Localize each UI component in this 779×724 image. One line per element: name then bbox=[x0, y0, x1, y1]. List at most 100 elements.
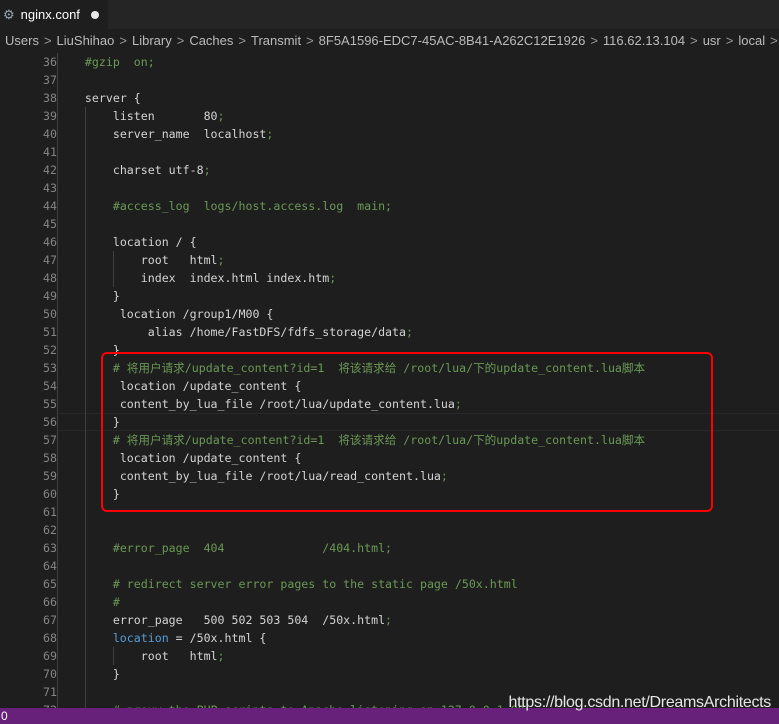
code-line[interactable]: 42 charset utf-8;; bbox=[0, 161, 779, 179]
semicolon: ; bbox=[217, 647, 225, 665]
line-number: 38 bbox=[43, 91, 57, 105]
gear-icon: ⚙ bbox=[3, 6, 15, 22]
code-line[interactable]: 46 location / { bbox=[0, 233, 779, 251]
breadcrumb-separator-icon: > bbox=[238, 33, 246, 48]
breadcrumb-separator-icon: > bbox=[43, 33, 52, 48]
line-number: 59 bbox=[43, 469, 57, 483]
code-line[interactable]: 44 #access_log logs/host.access.log main… bbox=[0, 197, 779, 215]
breadcrumb-item[interactable]: Caches bbox=[189, 33, 233, 48]
semicolon: ; bbox=[406, 323, 413, 341]
code-line[interactable]: 49 } bbox=[0, 287, 779, 305]
line-number: 53 bbox=[43, 361, 57, 375]
line-number: 72 bbox=[0, 701, 57, 708]
code-text: } bbox=[57, 667, 120, 681]
code-line[interactable]: 66 # bbox=[0, 593, 779, 611]
code-text: #gzip on; bbox=[57, 55, 155, 69]
indent-guide bbox=[113, 251, 114, 287]
status-text: 0 bbox=[1, 709, 8, 723]
code-text: # redirect server error pages to the sta… bbox=[57, 577, 518, 591]
line-number: 46 bbox=[43, 235, 57, 249]
code-line[interactable]: 39 listen 80;; bbox=[0, 107, 779, 125]
code-text: location /group1/M00 { bbox=[57, 307, 274, 321]
line-number: 60 bbox=[43, 487, 57, 501]
code-line[interactable]: 51 alias /home/FastDFS/fdfs_storage/data… bbox=[0, 323, 779, 341]
breadcrumb-item[interactable]: local bbox=[738, 33, 765, 48]
semicolon: ; bbox=[217, 251, 225, 269]
line-number: 63 bbox=[43, 541, 57, 555]
semicolon: ; bbox=[329, 269, 337, 287]
line-number: 66 bbox=[43, 595, 57, 609]
code-line[interactable]: 63 #error_page 404 /404.html; bbox=[0, 539, 779, 557]
code-text: error_page 500 502 503 504 /50x.html; bbox=[57, 613, 393, 627]
unsaved-dot-icon[interactable] bbox=[90, 10, 99, 19]
tab-bar: ⚙ nginx.conf bbox=[0, 0, 779, 29]
indent-guide bbox=[85, 107, 86, 708]
tab-nginx-conf[interactable]: ⚙ nginx.conf bbox=[0, 0, 108, 29]
code-text: server_name localhost; bbox=[57, 127, 274, 141]
code-text: root html; bbox=[57, 253, 225, 267]
code-line[interactable]: 43 bbox=[0, 179, 779, 197]
code-line[interactable]: 50 location /group1/M00 { bbox=[0, 305, 779, 323]
indent-guide bbox=[57, 53, 58, 708]
code-line[interactable]: 65 # redirect server error pages to the … bbox=[0, 575, 779, 593]
breadcrumb-separator-icon: > bbox=[119, 33, 127, 48]
line-number: 56 bbox=[43, 415, 57, 429]
breadcrumb-item[interactable]: 116.62.13.104 bbox=[603, 33, 685, 48]
breadcrumb-item[interactable]: LiuShihao bbox=[57, 33, 115, 48]
line-number: 44 bbox=[43, 199, 57, 213]
code-line[interactable]: 47 root html;; bbox=[0, 251, 779, 269]
breadcrumb-item[interactable]: Transmit bbox=[251, 33, 301, 48]
line-number: 49 bbox=[43, 289, 57, 303]
breadcrumb-item[interactable]: Users bbox=[5, 33, 39, 48]
line-number: 67 bbox=[43, 613, 57, 627]
code-line[interactable]: 37 bbox=[0, 71, 779, 89]
line-number: 54 bbox=[43, 379, 57, 393]
breadcrumb-separator-icon: > bbox=[770, 33, 778, 48]
breadcrumb-separator-icon: > bbox=[690, 33, 698, 48]
code-text: index index.html index.htm; bbox=[57, 271, 337, 285]
line-number: 51 bbox=[43, 325, 57, 339]
code-line[interactable]: 41 bbox=[0, 143, 779, 161]
code-text: #access_log logs/host.access.log main; bbox=[57, 199, 393, 213]
code-text: location / { bbox=[57, 235, 197, 249]
code-line[interactable]: 62 bbox=[0, 521, 779, 539]
line-number: 65 bbox=[43, 577, 57, 591]
code-text: } bbox=[57, 289, 120, 303]
code-text: listen 80; bbox=[57, 109, 225, 123]
breadcrumb-item[interactable]: Library bbox=[132, 33, 172, 48]
line-number: 55 bbox=[43, 397, 57, 411]
code-line[interactable]: 38 server { bbox=[0, 89, 779, 107]
breadcrumb-item[interactable]: usr bbox=[703, 33, 721, 48]
line-number: 61 bbox=[43, 505, 57, 519]
semicolon: ; bbox=[385, 611, 393, 629]
watermark: https://blog.csdn.net/DreamsArchitects bbox=[508, 694, 772, 711]
line-number: 43 bbox=[43, 181, 57, 195]
line-number: 48 bbox=[43, 271, 57, 285]
line-number: 50 bbox=[43, 307, 57, 321]
code-line[interactable]: 45 bbox=[0, 215, 779, 233]
code-text: #error_page 404 /404.html; bbox=[57, 541, 393, 555]
line-number: 69 bbox=[43, 649, 57, 663]
line-number: 40 bbox=[43, 127, 57, 141]
breadcrumb-separator-icon: > bbox=[725, 33, 734, 48]
code-line[interactable]: 69 root html;; bbox=[0, 647, 779, 665]
breadcrumb: Users > LiuShihao > Library > Caches > Transmit >… bbox=[0, 29, 779, 53]
line-number: 47 bbox=[43, 253, 57, 267]
code-line[interactable]: 40 server_name localhost;; bbox=[0, 125, 779, 143]
breadcrumb-item[interactable]: 8F5A1596-EDC7-45AC-8B41-A262C12E1926 bbox=[319, 33, 586, 48]
breadcrumb-separator-icon: > bbox=[176, 33, 185, 48]
line-number: 39 bbox=[43, 109, 57, 123]
code-line[interactable]: 67 error_page 500 502 503 504 /50x.html;… bbox=[0, 611, 779, 629]
code-line[interactable]: 36 #gzip on; bbox=[0, 53, 779, 71]
code-line[interactable]: 48 index index.html index.htm;; bbox=[0, 269, 779, 287]
code-line[interactable]: 68 location = /50x.html {location bbox=[0, 629, 779, 647]
line-number: 62 bbox=[43, 523, 57, 537]
line-number: 52 bbox=[43, 343, 57, 357]
code-line[interactable]: 64 bbox=[0, 557, 779, 575]
line-number: 45 bbox=[43, 217, 57, 231]
code-line[interactable]: 70 } bbox=[0, 665, 779, 683]
line-number: 70 bbox=[43, 667, 57, 681]
tab-title: nginx.conf bbox=[20, 7, 80, 22]
breadcrumb-separator-icon: > bbox=[306, 33, 314, 48]
semicolon: ; bbox=[217, 107, 225, 125]
